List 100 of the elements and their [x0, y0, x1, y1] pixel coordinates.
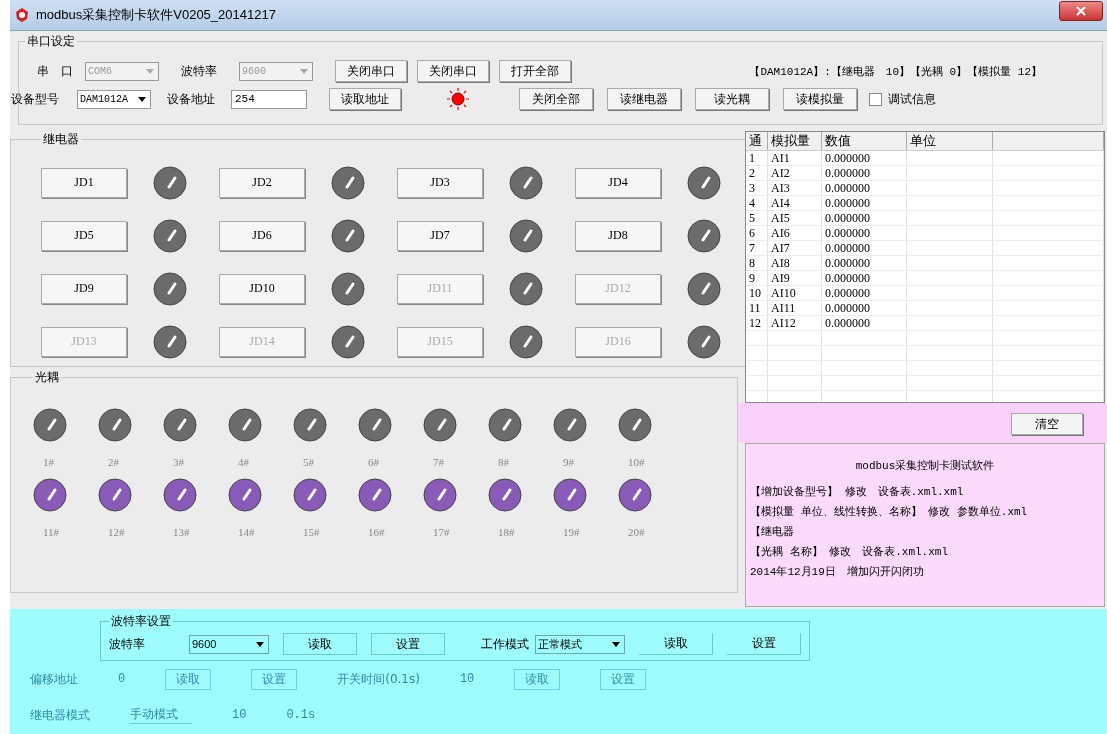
toolbar-button[interactable]: 打开全部	[499, 60, 571, 82]
relay-button[interactable]: JD5	[41, 220, 127, 251]
relay-button[interactable]: JD1	[41, 167, 127, 198]
relay-button[interactable]: JD10	[219, 273, 305, 304]
group-title: 继电器	[42, 131, 80, 148]
table-cell: AI9	[768, 271, 822, 285]
table-cell: 9	[746, 271, 768, 285]
input-label: 20#	[628, 526, 645, 538]
table-cell: 11	[746, 301, 768, 315]
log-line: modbus采集控制卡测试软件	[854, 458, 996, 474]
faded-text: 10	[232, 708, 247, 722]
dropdown-arrow-icon	[300, 68, 308, 74]
table-cell: AI1	[768, 151, 822, 165]
read-address-button[interactable]: 读取地址	[329, 88, 401, 110]
faded-text: 偏移地址	[30, 670, 78, 688]
table-cell: 0.000000	[822, 301, 907, 315]
column-header[interactable]: 数值	[822, 132, 907, 150]
toolbar-button[interactable]: 读光耦	[695, 88, 769, 110]
toolbar-button[interactable]: 关闭串口	[417, 60, 489, 82]
setting-button[interactable]: 设置	[371, 633, 445, 655]
table-cell: 0.000000	[822, 196, 907, 210]
mode-select[interactable]: 正常模式	[535, 634, 625, 654]
relay-button[interactable]: JD9	[41, 273, 127, 304]
table-cell: 3	[746, 181, 768, 195]
column-header[interactable]: 通	[746, 132, 768, 150]
setting-button[interactable]: 设置	[727, 633, 801, 655]
input-label: 17#	[433, 526, 450, 538]
relay-button[interactable]: JD2	[219, 167, 305, 198]
table-cell: 8	[746, 256, 768, 270]
toolbar-button[interactable]: 读继电器	[607, 88, 681, 110]
table-cell: AI8	[768, 256, 822, 270]
input-label: 3#	[173, 456, 184, 468]
toolbar-button[interactable]: 关闭全部	[519, 88, 593, 110]
table-cell: AI2	[768, 166, 822, 180]
faded-text: 开关时间(0.1s)	[337, 670, 420, 688]
table-cell: AI5	[768, 211, 822, 225]
baud-select[interactable]: 9600	[189, 634, 269, 654]
input-label: 8#	[498, 456, 509, 468]
group-title: 光耦	[34, 369, 60, 386]
input-label: 6#	[368, 456, 379, 468]
dropdown-arrow-icon	[256, 641, 264, 647]
table-cell: 0.000000	[822, 181, 907, 195]
toolbar-button[interactable]: 读模拟量	[783, 88, 857, 110]
field-label: 工作模式	[481, 635, 529, 653]
faded-text: 10	[459, 672, 475, 686]
table-cell: 7	[746, 241, 768, 255]
dropdown-arrow-icon	[146, 68, 154, 74]
dropdown-arrow-icon	[138, 96, 146, 102]
relay-button[interactable]: JD4	[575, 167, 661, 198]
table-cell: AI6	[768, 226, 822, 240]
table-cell: 5	[746, 211, 768, 225]
log-line: 【模拟量 单位、线性转换、名称】 修改 参数单位.xml	[750, 505, 1029, 520]
table-cell: 0.000000	[822, 211, 907, 225]
column-header[interactable]: 模拟量	[768, 132, 822, 150]
input-label: 2#	[108, 456, 119, 468]
table-cell: 0.000000	[822, 166, 907, 180]
relay-button[interactable]: JD8	[575, 220, 661, 251]
input-label: 14#	[238, 526, 255, 538]
group-title: 波特率设置	[110, 613, 172, 630]
relay-button[interactable]: JD7	[397, 220, 483, 251]
input-label: 1#	[43, 456, 54, 468]
log-line: 【增加设备型号】 修改 设备表.xml.xml	[750, 485, 965, 500]
input-label: 13#	[173, 526, 190, 538]
clear-button[interactable]: 清空	[1011, 413, 1083, 435]
faded-text: 0	[118, 672, 126, 686]
debug-checkbox[interactable]: 调试信息	[869, 90, 936, 108]
column-header[interactable]: 单位	[907, 132, 993, 150]
table-cell: AI4	[768, 196, 822, 210]
table-cell: AI10	[768, 286, 822, 300]
input-label: 10#	[628, 456, 645, 468]
faded-text: 继电器模式	[30, 706, 90, 724]
log-line: 【继电器	[750, 525, 795, 540]
setting-button[interactable]: 读取	[283, 633, 357, 655]
input-label: 15#	[303, 526, 320, 538]
relay-button[interactable]: JD3	[397, 167, 483, 198]
relay-button[interactable]: JD6	[219, 220, 305, 251]
model-select[interactable]: DAM1012A	[77, 89, 151, 109]
table-cell: 4	[746, 196, 768, 210]
input-label: 4#	[238, 456, 249, 468]
table-cell: 0.000000	[822, 316, 907, 330]
close-button[interactable]	[1059, 1, 1103, 21]
field-label: 波特率	[180, 62, 218, 80]
table-cell: AI12	[768, 316, 822, 330]
table-cell: 10	[746, 286, 768, 300]
toolbar-button[interactable]: 关闭串口	[335, 60, 407, 82]
table-cell: 1	[746, 151, 768, 165]
input-label: 7#	[433, 456, 444, 468]
setting-button[interactable]: 读取	[639, 633, 713, 655]
field-label: 设备型号	[11, 90, 60, 108]
group-title: 串口设定	[26, 33, 76, 50]
table-cell: 2	[746, 166, 768, 180]
field-label: 波特率	[109, 635, 146, 653]
input-label: 19#	[563, 526, 580, 538]
dropdown-arrow-icon	[612, 641, 620, 647]
table-cell: 0.000000	[822, 151, 907, 165]
table-cell: 6	[746, 226, 768, 240]
table-cell: 0.000000	[822, 256, 907, 270]
input-label: 5#	[303, 456, 314, 468]
address-input[interactable]: 254	[231, 89, 307, 109]
input-label: 9#	[563, 456, 574, 468]
